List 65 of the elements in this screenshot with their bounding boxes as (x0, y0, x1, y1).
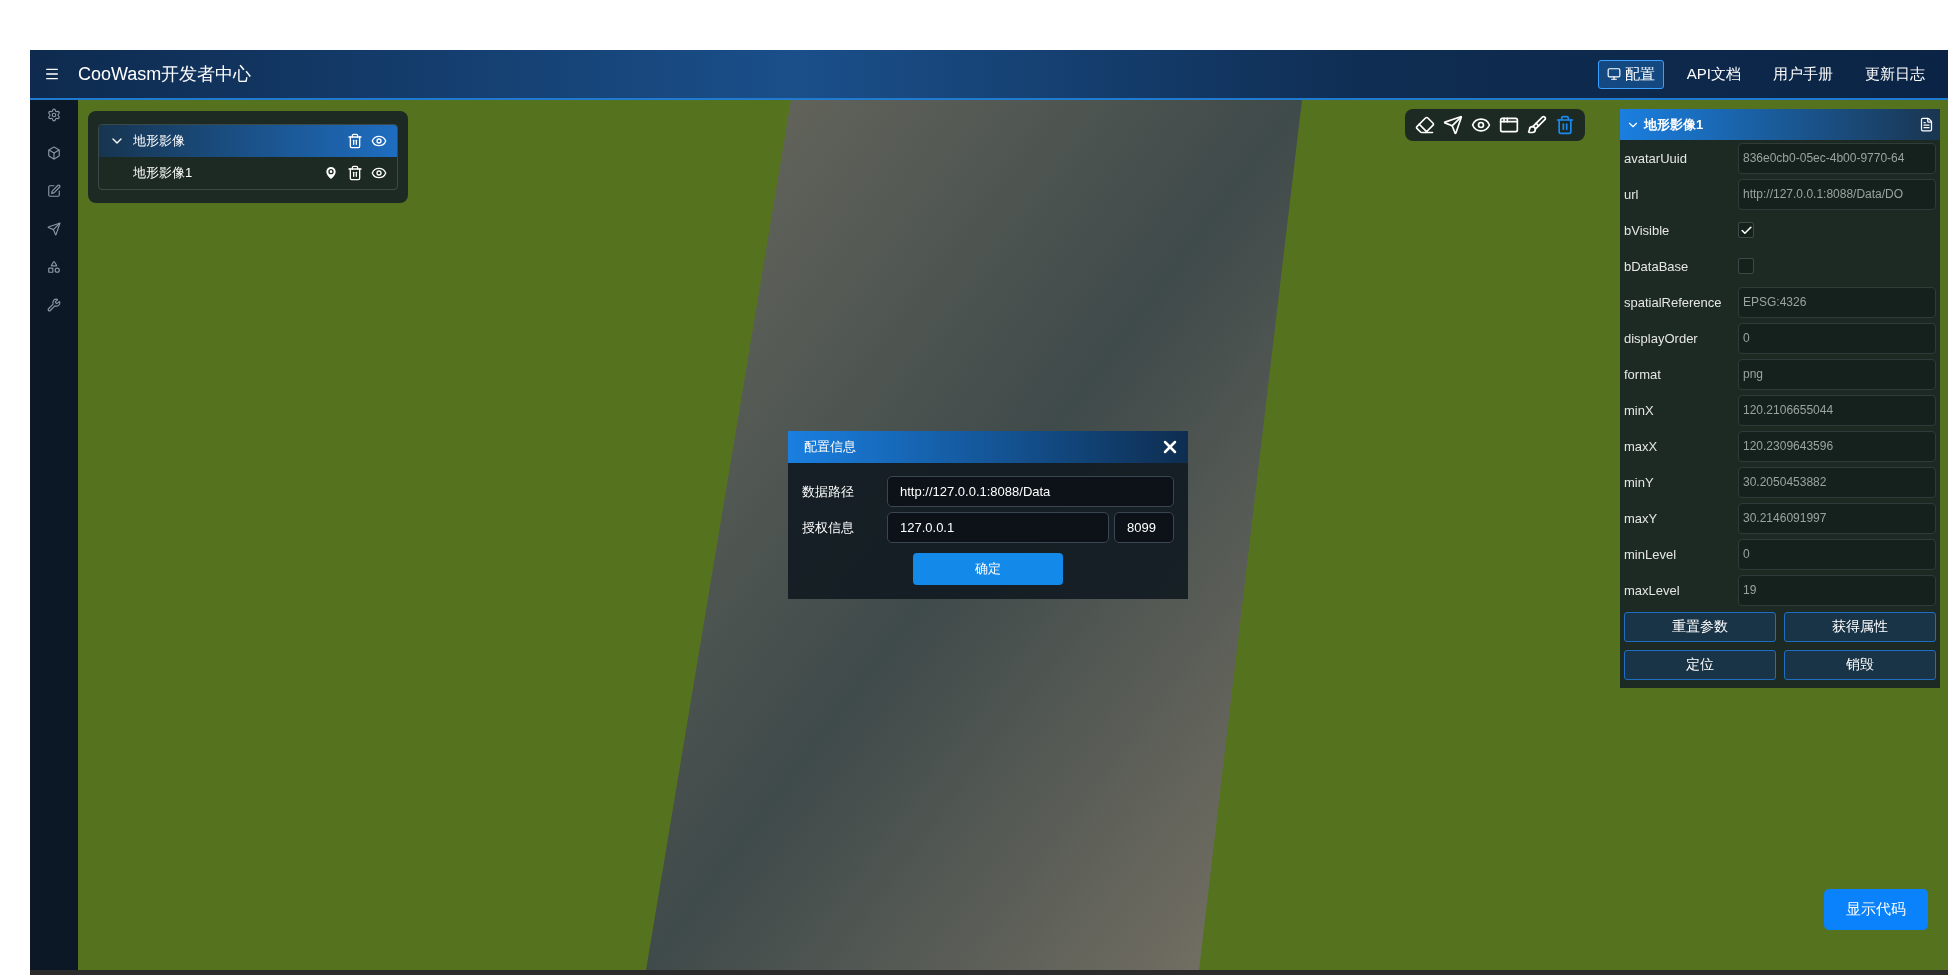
property-field[interactable]: 30.2050453882 (1738, 466, 1936, 498)
broom-icon[interactable] (1527, 115, 1547, 135)
property-label: url (1624, 186, 1640, 202)
property-label: maxX (1624, 438, 1659, 454)
nav-link[interactable]: 配置 (1597, 59, 1664, 89)
checkbox[interactable] (1738, 222, 1754, 238)
action-button[interactable]: 重置参数 (1624, 612, 1776, 642)
action-button[interactable]: 获得属性 (1784, 612, 1936, 642)
action-button[interactable]: 定位 (1624, 650, 1776, 680)
panel-title: 地形影像1 (1644, 115, 1705, 134)
layer-label: 地形影像1 (133, 164, 194, 182)
property-label: bVisible (1624, 222, 1671, 238)
property-field[interactable]: EPSG:4326 (1738, 286, 1936, 318)
property-label: displayOrder (1624, 330, 1699, 346)
property-label: bDataBase (1624, 258, 1690, 274)
dialog-title: 配置信息 (804, 438, 857, 456)
paper-plane-icon[interactable] (47, 222, 61, 236)
tools-icon[interactable] (47, 298, 61, 312)
input-field[interactable]: http://127.0.0.1:8088/Data (887, 476, 1174, 507)
property-label: maxY (1624, 510, 1659, 526)
property-field[interactable]: png (1738, 358, 1936, 390)
property-label: minY (1624, 474, 1655, 490)
layer-label: 地形影像 (133, 132, 186, 150)
checkbox[interactable] (1738, 258, 1754, 274)
property-label: format (1624, 366, 1662, 382)
property-label: minLevel (1624, 546, 1678, 562)
property-label: maxLevel (1624, 582, 1681, 598)
layer-tree-item[interactable]: 地形影像1 (99, 157, 397, 189)
property-field[interactable]: http://127.0.0.1:8088/Data/DO (1738, 178, 1936, 210)
property-field[interactable]: 120.2106655044 (1738, 394, 1936, 426)
layer-tree-item[interactable]: 地形影像 (99, 125, 397, 157)
input-field[interactable]: 8099 (1114, 512, 1174, 543)
confirm-button[interactable]: 确定 (913, 553, 1063, 585)
property-label: spatialReference (1624, 294, 1723, 310)
action-button[interactable]: 销毁 (1784, 650, 1936, 680)
window-icon[interactable] (1499, 115, 1519, 135)
document-icon[interactable] (1919, 117, 1934, 132)
property-field[interactable]: 836e0cb0-05ec-4b00-9770-64 (1738, 142, 1936, 174)
property-label: minX (1624, 402, 1655, 418)
settings-icon[interactable] (47, 108, 61, 122)
property-field[interactable]: 120.2309643596 (1738, 430, 1936, 462)
show-code-button[interactable]: 显示代码 (1824, 889, 1928, 930)
map-pin-icon[interactable] (323, 165, 339, 181)
cube-icon[interactable] (47, 146, 61, 160)
nav-link[interactable]: API文档 (1677, 59, 1750, 89)
shapes-icon[interactable] (47, 260, 61, 274)
property-field[interactable]: 30.2146091997 (1738, 502, 1936, 534)
eye-icon[interactable] (1471, 115, 1491, 135)
edit-icon[interactable] (47, 184, 61, 198)
property-field[interactable]: 0 (1738, 538, 1936, 570)
property-field[interactable]: 0 (1738, 322, 1936, 354)
menu-icon[interactable] (44, 66, 60, 82)
monitor-icon (1606, 67, 1621, 81)
property-field[interactable]: 19 (1738, 574, 1936, 606)
nav-link[interactable]: 用户手册 (1764, 59, 1842, 89)
nav-link[interactable]: 更新日志 (1856, 59, 1934, 89)
property-label: avatarUuid (1624, 150, 1688, 166)
trash-icon[interactable] (347, 165, 363, 181)
input-field[interactable]: 127.0.0.1 (887, 512, 1109, 543)
field-label: 授权信息 (802, 518, 855, 537)
eraser-icon[interactable] (1415, 115, 1435, 135)
eye-icon[interactable] (371, 165, 387, 181)
field-label: 数据路径 (802, 482, 855, 501)
app-title: CooWasm开发者中心 (78, 63, 253, 86)
trash-icon[interactable] (347, 133, 363, 149)
